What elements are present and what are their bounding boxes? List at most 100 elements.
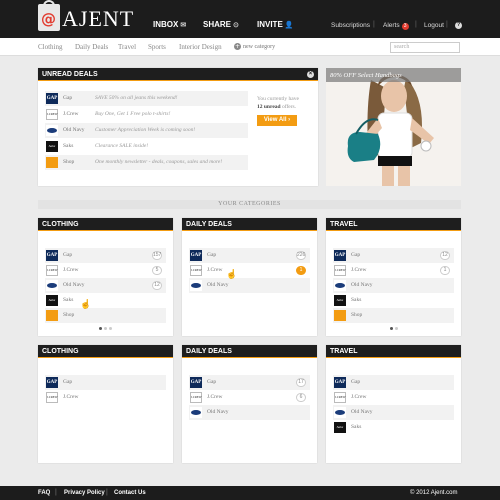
new-category-button[interactable]: + new category bbox=[234, 43, 275, 50]
nav-invite[interactable]: INVITE 👤 bbox=[257, 20, 294, 29]
faq-link[interactable]: FAQ bbox=[38, 490, 50, 496]
ad-label: 80% OFF Select Handbags bbox=[326, 68, 461, 82]
pager-dot[interactable] bbox=[390, 327, 393, 330]
contact-us-link[interactable]: Contact Us bbox=[114, 490, 146, 496]
store-row[interactable]: Shop bbox=[333, 308, 454, 323]
gap-logo-icon: GAP bbox=[190, 250, 202, 261]
panel-title: DAILY DEALS bbox=[186, 221, 232, 228]
store-name: Shop bbox=[63, 312, 75, 318]
handbag-ad-banner[interactable]: 80% OFF Select Handbags bbox=[326, 68, 461, 186]
bag-handle bbox=[43, 0, 55, 8]
store-row[interactable]: GAP Gap bbox=[333, 375, 454, 390]
deal-row[interactable]: GAP Gap SAVE 50% on all jeans this weekend… bbox=[45, 91, 248, 106]
gap-logo-icon: GAP bbox=[46, 250, 58, 261]
logout-link[interactable]: Logout bbox=[424, 22, 444, 29]
jcrew-logo-icon: J.CREW bbox=[46, 265, 58, 276]
store-row[interactable]: Shop bbox=[45, 308, 166, 323]
store-name: Old Navy bbox=[63, 282, 85, 288]
help-icon[interactable]: ? bbox=[455, 22, 462, 29]
store-row[interactable]: J.CREW J.Crew 1 bbox=[333, 263, 454, 278]
search-input[interactable]: search bbox=[390, 42, 460, 53]
panel-title: DAILY DEALS bbox=[186, 348, 232, 355]
store-row[interactable]: J.CREW J.Crew 6 bbox=[189, 390, 310, 405]
close-icon[interactable]: × bbox=[307, 71, 314, 78]
alerts-link[interactable]: Alerts 3 bbox=[383, 22, 409, 30]
store-name: J.Crew bbox=[351, 394, 367, 400]
new-category-label: new category bbox=[243, 44, 276, 50]
nav-inbox[interactable]: INBOX ✉ bbox=[153, 20, 186, 29]
store-row[interactable]: Old Navy bbox=[333, 278, 454, 293]
category-link-sports[interactable]: Sports bbox=[148, 43, 166, 51]
store-row[interactable]: J.CREW J.Crew 1 bbox=[189, 263, 310, 278]
store-row[interactable]: Old Navy bbox=[189, 405, 310, 420]
divider: | bbox=[446, 21, 448, 28]
store-name: J.Crew bbox=[63, 394, 79, 400]
deal-count-badge: 226 bbox=[296, 251, 306, 260]
oldnavy-logo-icon bbox=[46, 125, 58, 136]
panel-header: DAILY DEALS bbox=[182, 345, 317, 358]
nav-invite-label: INVITE bbox=[257, 20, 283, 29]
store-row[interactable]: Saks Saks bbox=[333, 420, 454, 435]
store-row[interactable]: J.CREW J.Crew 5 bbox=[45, 263, 166, 278]
unread-deals-header: UNREAD DEALS × bbox=[38, 68, 318, 81]
privacy-policy-link[interactable]: Privacy Policy bbox=[64, 490, 105, 496]
deal-row[interactable]: Saks Saks Clearance SALE inside! bbox=[45, 139, 248, 154]
gap-logo-icon: GAP bbox=[334, 377, 346, 388]
deal-count-badge: 5 bbox=[152, 266, 162, 275]
deal-row[interactable]: Shop One monthly newsletter - deals, coup… bbox=[45, 155, 248, 170]
footer: FAQ | Privacy Policy | Contact Us © 2012… bbox=[0, 486, 500, 500]
unread-summary-text-2: offers. bbox=[281, 104, 297, 110]
shop-logo-icon bbox=[46, 310, 58, 321]
store-row[interactable]: GAP Gap bbox=[45, 375, 166, 390]
category-link-daily-deals[interactable]: Daily Deals bbox=[75, 43, 108, 51]
store-row[interactable]: Old Navy 12 bbox=[45, 278, 166, 293]
saks-logo-icon: Saks bbox=[334, 295, 346, 306]
envelope-icon: ✉ bbox=[180, 22, 187, 29]
category-panel-daily-deals-2: DAILY DEALS GAP Gap 17 J.CREW J.Crew 6 Old Nav… bbox=[182, 345, 317, 463]
store-row[interactable]: GAP Gap 226 bbox=[189, 248, 310, 263]
saks-logo-icon: Saks bbox=[46, 295, 58, 306]
category-panel-travel: TRAVEL GAP Gap 12 J.CREW J.Crew 1 Old Navy Saks… bbox=[326, 218, 461, 336]
category-link-travel[interactable]: Travel bbox=[118, 43, 136, 51]
your-categories-divider: YOUR CATEGORIES bbox=[38, 200, 461, 209]
carousel-pager[interactable] bbox=[390, 327, 410, 331]
store-name: Gap bbox=[207, 379, 217, 385]
store-name: J.Crew bbox=[207, 267, 223, 273]
store-row[interactable]: Old Navy bbox=[189, 278, 310, 293]
saks-logo-icon: Saks bbox=[334, 422, 346, 433]
shopping-bag-logo-icon[interactable]: @ bbox=[38, 0, 60, 31]
store-row[interactable]: GAP Gap 12 bbox=[333, 248, 454, 263]
category-panel-travel-2: TRAVEL GAP Gap J.CREW J.Crew Old Navy Saks Sak… bbox=[326, 345, 461, 463]
store-row[interactable]: GAP Gap 17 bbox=[189, 375, 310, 390]
category-link-clothing[interactable]: Clothing bbox=[38, 43, 63, 51]
panel-header: CLOTHING bbox=[38, 345, 173, 358]
deal-row[interactable]: J.CREW J.Crew Buy One, Get 1 Free polo t-s… bbox=[45, 107, 248, 122]
shop-logo-icon bbox=[334, 310, 346, 321]
store-row[interactable]: Saks Saks bbox=[45, 293, 166, 308]
panel-title: CLOTHING bbox=[42, 348, 79, 355]
share-icon: ⊙ bbox=[233, 22, 239, 29]
subscriptions-link[interactable]: Subscriptions bbox=[331, 22, 370, 29]
store-row[interactable]: J.CREW J.Crew bbox=[333, 390, 454, 405]
store-name: Gap bbox=[351, 379, 361, 385]
store-row[interactable]: J.CREW J.Crew bbox=[45, 390, 166, 405]
carousel-pager[interactable] bbox=[99, 327, 119, 331]
unread-summary: You currently have 12 unread offers. bbox=[257, 95, 319, 111]
pager-dot[interactable] bbox=[104, 327, 107, 330]
nav-share[interactable]: SHARE ⊙ bbox=[203, 20, 239, 29]
store-row[interactable]: Saks Saks bbox=[333, 293, 454, 308]
hand-cursor-icon: ☝ bbox=[226, 269, 238, 279]
deal-message: Customer Appreciation Week is coming soo… bbox=[95, 127, 196, 133]
store-row[interactable]: GAP Gap 157 bbox=[45, 248, 166, 263]
pager-dot[interactable] bbox=[99, 327, 102, 330]
pager-dot[interactable] bbox=[109, 327, 112, 330]
store-row[interactable]: Old Navy bbox=[333, 405, 454, 420]
deal-row[interactable]: Old Navy Customer Appreciation Week is co… bbox=[45, 123, 248, 138]
pager-dot[interactable] bbox=[395, 327, 398, 330]
view-all-button[interactable]: View All › bbox=[257, 115, 297, 126]
brand-name[interactable]: AJENT bbox=[62, 6, 134, 32]
category-link-interior-design[interactable]: Interior Design bbox=[179, 43, 222, 51]
unread-deals-title: UNREAD DEALS bbox=[42, 71, 98, 78]
deal-store-name: Gap bbox=[63, 95, 73, 101]
hand-cursor-icon: ☝ bbox=[80, 299, 92, 309]
